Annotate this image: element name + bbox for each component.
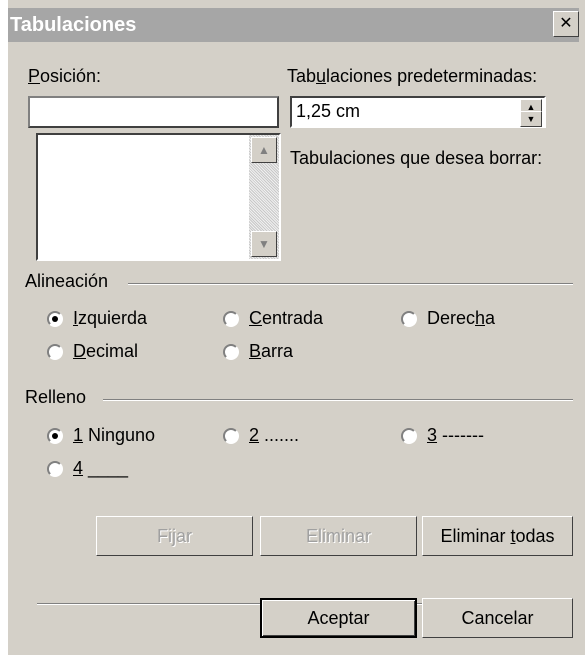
position-label: Posición: [28, 66, 102, 86]
alignment-group-line [128, 283, 573, 285]
align-right-label: Derecha [427, 308, 496, 328]
default-tabs-value: 1,25 cm [296, 101, 361, 121]
spin-down-icon: ▼ [526, 114, 536, 124]
radio-indicator [401, 427, 417, 444]
arrow-up-icon: ▲ [258, 143, 270, 157]
radio-selected-dot [52, 432, 58, 439]
clear-all-button[interactable]: Eliminar todas [422, 516, 573, 556]
leader-none-label: 1 Ninguno [73, 425, 156, 445]
align-left-label: Izquierda [73, 308, 148, 328]
radio-selected-dot [52, 315, 58, 322]
radio-indicator [401, 310, 417, 327]
position-list[interactable]: ▲ ▼ [36, 133, 281, 261]
leader-underline-label: 4 ____ [73, 458, 129, 478]
default-tabs-label: Tabulaciones predeterminadas: [287, 66, 538, 86]
radio-indicator [223, 427, 239, 444]
align-right-radio[interactable]: Derecha [401, 308, 495, 329]
close-button[interactable]: ✕ [553, 11, 579, 37]
radio-indicator [47, 343, 63, 360]
cancel-button[interactable]: Cancelar [422, 598, 573, 638]
title-bar: Tabulaciones ✕ [8, 8, 579, 42]
arrow-down-icon: ▼ [258, 237, 270, 251]
align-center-label: Centrada [249, 308, 324, 328]
default-tabs-spinner[interactable]: 1,25 cm ▲ ▼ [290, 96, 546, 128]
leader-dashes-radio[interactable]: 3 ------- [401, 425, 484, 446]
radio-indicator [47, 460, 63, 477]
tabs-dialog: Tabulaciones ✕ Posición: ▲ ▼ Tabulacione… [0, 0, 585, 655]
align-decimal-label: Decimal [73, 341, 139, 361]
scroll-up-button[interactable]: ▲ [251, 137, 277, 163]
set-button[interactable]: Fijar [96, 516, 253, 556]
leader-none-radio[interactable]: 1 Ninguno [47, 425, 155, 446]
align-bar-radio[interactable]: Barra [223, 341, 293, 362]
align-bar-label: Barra [249, 341, 294, 361]
leader-underline-radio[interactable]: 4 ____ [47, 458, 128, 479]
close-icon: ✕ [559, 15, 573, 32]
clear-tabs-label: Tabulaciones que desea borrar: [290, 148, 543, 168]
window-left-edge [0, 0, 8, 655]
alignment-group-label: Alineación [25, 271, 109, 291]
leader-group-line [103, 399, 573, 401]
radio-indicator [223, 343, 239, 360]
position-list-scrollbar[interactable]: ▲ ▼ [249, 135, 279, 259]
leader-group-label: Relleno [25, 387, 87, 407]
scroll-down-button[interactable]: ▼ [251, 231, 277, 257]
leader-dots-radio[interactable]: 2 ....... [223, 425, 299, 446]
clear-button[interactable]: Eliminar [260, 516, 417, 556]
leader-dots-label: 2 ....... [249, 425, 300, 445]
clear-all-label: Eliminar todas [440, 525, 555, 546]
leader-dashes-label: 3 ------- [427, 425, 484, 445]
spin-down-button[interactable]: ▼ [520, 111, 542, 127]
ok-button[interactable]: Aceptar [260, 598, 417, 638]
align-center-radio[interactable]: Centrada [223, 308, 323, 329]
radio-indicator [223, 310, 239, 327]
position-input[interactable] [28, 96, 279, 128]
align-decimal-radio[interactable]: Decimal [47, 341, 138, 362]
radio-indicator [47, 310, 63, 327]
radio-indicator [47, 427, 63, 444]
align-left-radio[interactable]: Izquierda [47, 308, 147, 329]
dialog-title: Tabulaciones [10, 13, 137, 36]
